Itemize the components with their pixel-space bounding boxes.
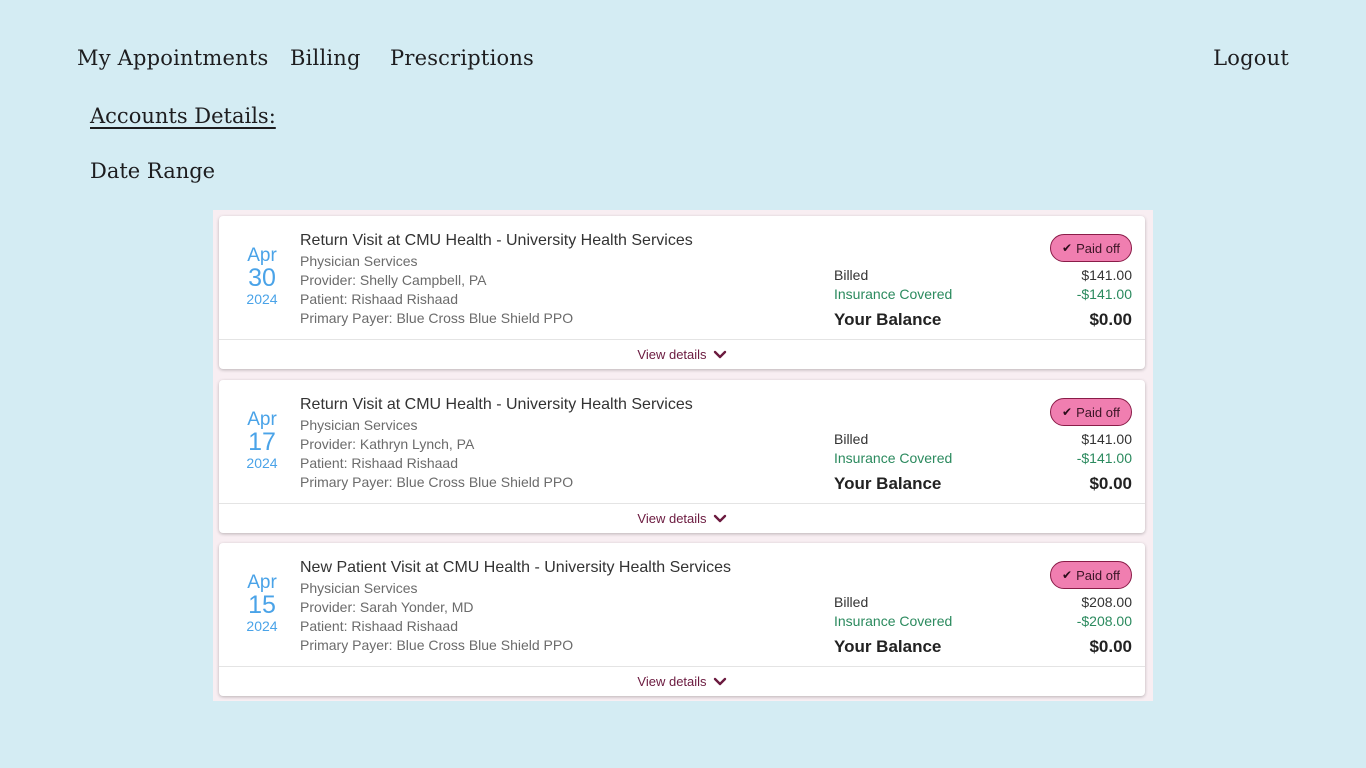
balance-amount: $0.00 (1089, 310, 1132, 329)
nav-prescriptions[interactable]: Prescriptions (390, 46, 534, 70)
billed-amount: $141.00 (1081, 267, 1132, 283)
visit-info: New Patient Visit at CMU Health - Univer… (300, 559, 731, 653)
visit-amounts: Billed $141.00 Insurance Covered -$141.0… (834, 267, 1132, 330)
visit-amounts: Billed $208.00 Insurance Covered -$208.0… (834, 594, 1132, 657)
billed-row: Billed $141.00 (834, 431, 1132, 450)
paid-off-label: Paid off (1076, 404, 1120, 420)
insurance-row: Insurance Covered -$208.00 (834, 613, 1132, 632)
check-icon: ✔ (1062, 568, 1073, 582)
view-details-label: View details (637, 347, 707, 362)
visit-year: 2024 (246, 455, 278, 471)
visit-month: Apr (247, 245, 277, 266)
nav-billing[interactable]: Billing (290, 46, 361, 70)
balance-label: Your Balance (834, 474, 942, 493)
insurance-amount: -$208.00 (1076, 613, 1132, 629)
visit-card: Apr 30 2024 Return Visit at CMU Health -… (219, 216, 1145, 369)
view-details-label: View details (637, 511, 707, 526)
date-range-label[interactable]: Date Range (90, 159, 215, 183)
billed-label: Billed (834, 594, 869, 610)
visit-service: Physician Services (300, 253, 418, 269)
balance-label: Your Balance (834, 310, 942, 329)
chevron-down-icon (713, 514, 726, 522)
billed-amount: $141.00 (1081, 431, 1132, 447)
view-details-button[interactable]: View details (219, 339, 1145, 369)
visit-date: Apr 15 2024 (237, 573, 287, 633)
billed-amount: $208.00 (1081, 594, 1132, 610)
paid-off-badge[interactable]: ✔ Paid off (1050, 234, 1132, 262)
balance-amount: $0.00 (1089, 474, 1132, 493)
visit-service: Physician Services (300, 417, 418, 433)
visit-year: 2024 (246, 618, 278, 634)
insurance-label: Insurance Covered (834, 613, 953, 629)
visit-amounts: Billed $141.00 Insurance Covered -$141.0… (834, 431, 1132, 494)
paid-off-badge[interactable]: ✔ Paid off (1050, 398, 1132, 426)
visit-list: Apr 30 2024 Return Visit at CMU Health -… (213, 210, 1153, 701)
balance-row: Your Balance $0.00 (834, 310, 1132, 330)
logout-link[interactable]: Logout (1213, 46, 1289, 70)
visit-provider: Provider: Shelly Campbell, PA (300, 272, 487, 288)
visit-day: 17 (248, 428, 276, 456)
visit-day: 15 (248, 591, 276, 619)
billed-row: Billed $208.00 (834, 594, 1132, 613)
balance-amount: $0.00 (1089, 637, 1132, 656)
top-nav: My Appointments Billing Prescriptions Lo… (0, 46, 1366, 80)
visit-title: Return Visit at CMU Health - University … (300, 396, 693, 413)
visit-payer: Primary Payer: Blue Cross Blue Shield PP… (300, 310, 574, 326)
visit-provider: Provider: Sarah Yonder, MD (300, 599, 474, 615)
check-icon: ✔ (1062, 405, 1073, 419)
visit-provider: Provider: Kathryn Lynch, PA (300, 436, 475, 452)
paid-off-label: Paid off (1076, 240, 1120, 256)
balance-label: Your Balance (834, 637, 942, 656)
visit-patient: Patient: Rishaad Rishaad (300, 291, 458, 307)
insurance-row: Insurance Covered -$141.00 (834, 286, 1132, 305)
visit-day: 30 (248, 264, 276, 292)
visit-patient: Patient: Rishaad Rishaad (300, 455, 458, 471)
page-title: Accounts Details: (90, 104, 276, 128)
view-details-button[interactable]: View details (219, 503, 1145, 533)
visit-title: New Patient Visit at CMU Health - Univer… (300, 559, 731, 576)
billed-row: Billed $141.00 (834, 267, 1132, 286)
visit-info: Return Visit at CMU Health - University … (300, 396, 693, 490)
check-icon: ✔ (1062, 241, 1073, 255)
balance-row: Your Balance $0.00 (834, 474, 1132, 494)
insurance-row: Insurance Covered -$141.00 (834, 450, 1132, 469)
paid-off-label: Paid off (1076, 567, 1120, 583)
paid-off-badge[interactable]: ✔ Paid off (1050, 561, 1132, 589)
billed-label: Billed (834, 431, 869, 447)
visit-info: Return Visit at CMU Health - University … (300, 232, 693, 326)
visit-month: Apr (247, 572, 277, 593)
visit-year: 2024 (246, 291, 278, 307)
insurance-label: Insurance Covered (834, 450, 953, 466)
insurance-amount: -$141.00 (1076, 286, 1132, 302)
visit-card: Apr 17 2024 Return Visit at CMU Health -… (219, 380, 1145, 533)
visit-card: Apr 15 2024 New Patient Visit at CMU Hea… (219, 543, 1145, 696)
billed-label: Billed (834, 267, 869, 283)
visit-service: Physician Services (300, 580, 418, 596)
balance-row: Your Balance $0.00 (834, 637, 1132, 657)
view-details-label: View details (637, 674, 707, 689)
visit-month: Apr (247, 409, 277, 430)
view-details-button[interactable]: View details (219, 666, 1145, 696)
nav-my-appointments[interactable]: My Appointments (77, 46, 269, 70)
visit-title: Return Visit at CMU Health - University … (300, 232, 693, 249)
chevron-down-icon (713, 350, 726, 358)
visit-date: Apr 30 2024 (237, 246, 287, 306)
visit-payer: Primary Payer: Blue Cross Blue Shield PP… (300, 637, 574, 653)
chevron-down-icon (713, 677, 726, 685)
visit-date: Apr 17 2024 (237, 410, 287, 470)
visit-patient: Patient: Rishaad Rishaad (300, 618, 458, 634)
visit-payer: Primary Payer: Blue Cross Blue Shield PP… (300, 474, 574, 490)
insurance-amount: -$141.00 (1076, 450, 1132, 466)
insurance-label: Insurance Covered (834, 286, 953, 302)
